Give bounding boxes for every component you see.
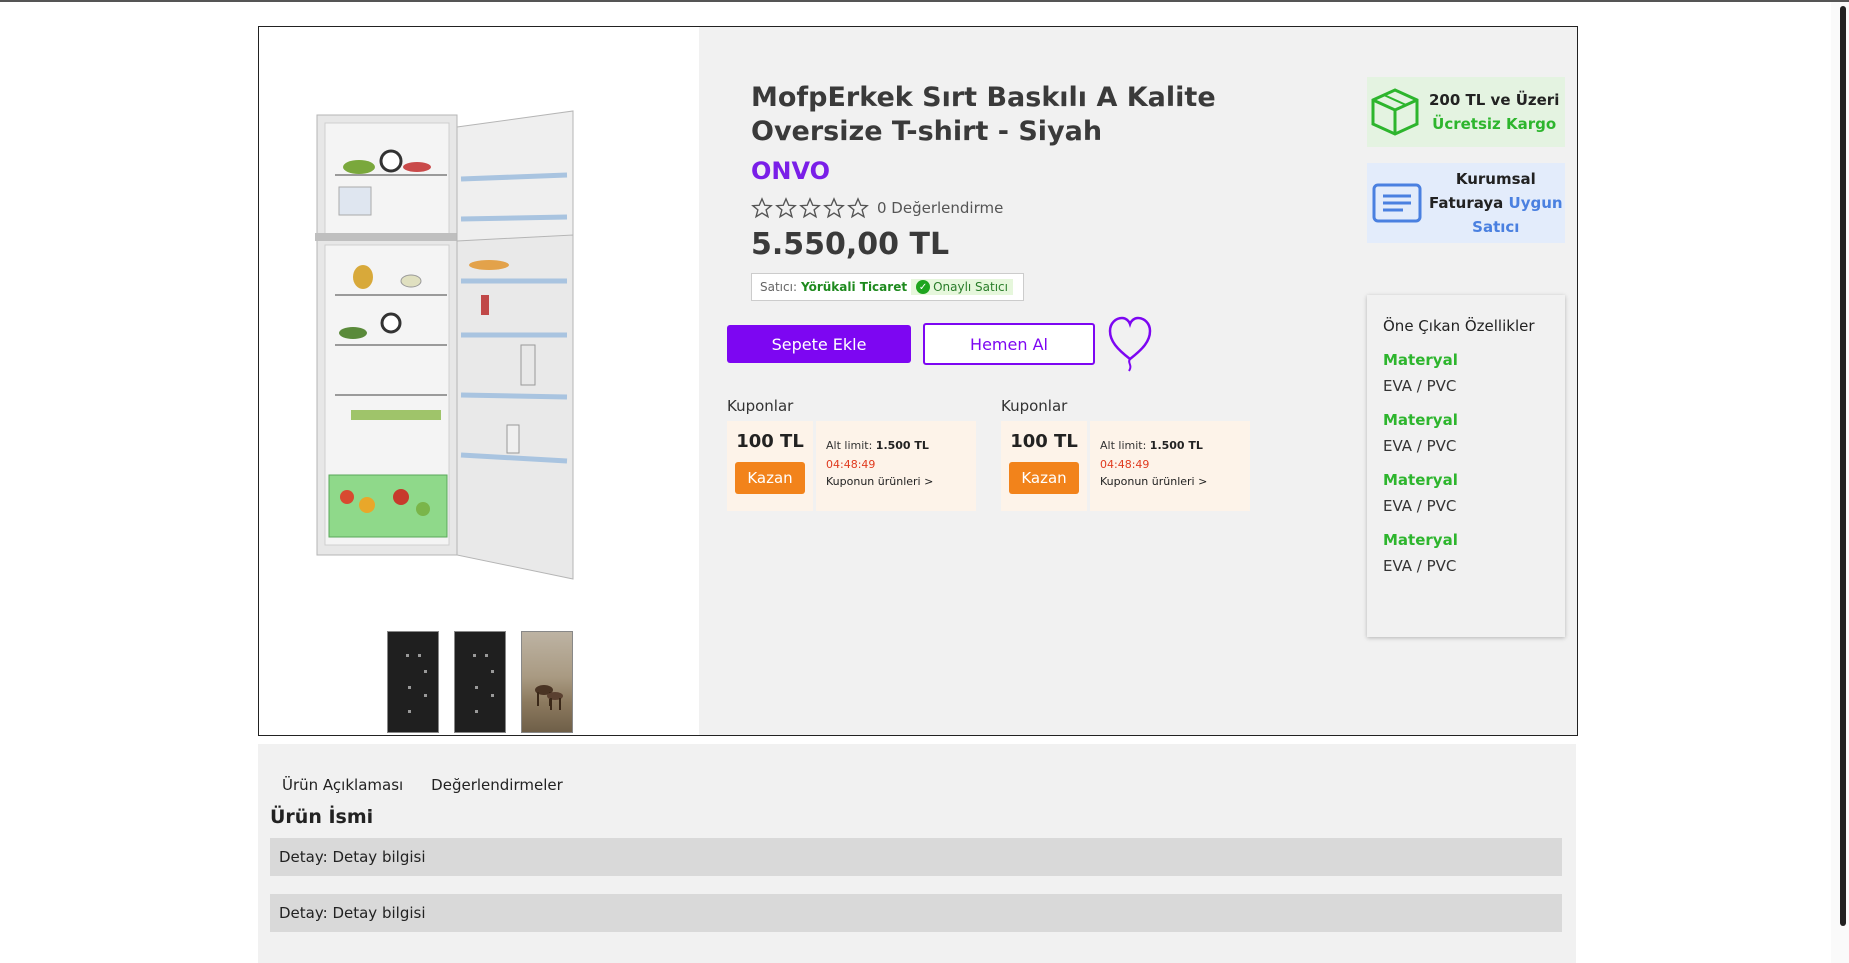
coupon-limit-label: Alt limit:: [1100, 439, 1147, 452]
detail-tabs: Ürün Açıklaması Değerlendirmeler: [282, 776, 563, 794]
verified-label: Onaylı Satıcı: [933, 280, 1008, 294]
product-gallery: [259, 27, 699, 735]
coupon-label: Kuponlar: [1001, 397, 1068, 415]
thumbnail-3[interactable]: [521, 631, 573, 733]
coupon-limit-value: 1.500 TL: [1149, 439, 1203, 452]
main-product-image[interactable]: [311, 105, 621, 587]
coupon-claim-button[interactable]: Kazan: [1009, 462, 1079, 494]
coupon-amount: 100 TL: [1010, 431, 1078, 452]
star-outline-icon: [799, 197, 821, 219]
detail-row: Detay: Detay bilgisi: [270, 838, 1562, 876]
star-outline-icon: [751, 197, 773, 219]
product-card: MofpErkek Sırt Baskılı A Kalite Oversize…: [258, 26, 1578, 736]
feature-item: Materyal EVA / PVC: [1383, 471, 1565, 515]
features-title: Öne Çıkan Özellikler: [1383, 317, 1535, 335]
coupon-timer: 04:48:49: [1100, 458, 1150, 471]
product-title: MofpErkek Sırt Baskılı A Kalite Oversize…: [751, 82, 1216, 147]
verified-seller-badge: ✓ Onaylı Satıcı: [911, 279, 1013, 295]
feature-item: Materyal EVA / PVC: [1383, 411, 1565, 455]
check-circle-icon: ✓: [916, 280, 931, 294]
invoice-line3: Satıcı: [1472, 218, 1520, 236]
seller-name[interactable]: Yörükali Ticaret: [801, 280, 907, 294]
feature-name: Materyal: [1383, 531, 1458, 549]
detail-row: Detay: Detay bilgisi: [270, 894, 1562, 932]
invoice-line2b: Uygun: [1508, 194, 1563, 212]
feature-item: Materyal EVA / PVC: [1383, 531, 1565, 575]
coupon-limit-value: 1.500 TL: [875, 439, 929, 452]
scrollbar-thumb[interactable]: [1840, 6, 1846, 926]
tab-reviews[interactable]: Değerlendirmeler: [431, 776, 563, 794]
feature-name: Materyal: [1383, 411, 1458, 429]
brand-name[interactable]: ONVO: [751, 157, 830, 185]
thumbnail-2[interactable]: [454, 631, 506, 733]
seller-info: Satıcı: Yörükali Ticaret ✓ Onaylı Satıcı: [751, 273, 1024, 301]
star-outline-icon: [847, 197, 869, 219]
coupon-limit-label: Alt limit:: [826, 439, 873, 452]
corporate-invoice-badge: Kurumsal Faturaya Uygun Satıcı: [1367, 163, 1565, 243]
rating-count: 0 Değerlendirme: [877, 199, 1004, 217]
coupon-timer: 04:48:49: [826, 458, 876, 471]
tab-description[interactable]: Ürün Açıklaması: [282, 776, 403, 794]
product-details-section: Ürün Açıklaması Değerlendirmeler Ürün İs…: [258, 744, 1576, 963]
feature-value: EVA / PVC: [1383, 497, 1457, 515]
highlight-features: Öne Çıkan Özellikler Materyal EVA / PVC …: [1367, 295, 1565, 637]
invoice-line1: Kurumsal: [1455, 170, 1536, 188]
document-lines-icon: [1372, 183, 1422, 223]
coupon-claim-button[interactable]: Kazan: [735, 462, 805, 494]
thumbnail-strip: [387, 631, 573, 733]
rating[interactable]: 0 Değerlendirme: [751, 197, 1003, 219]
feature-value: EVA / PVC: [1383, 557, 1457, 575]
cargo-line2: Ücretsiz Kargo: [1432, 115, 1557, 133]
cube-box-icon: [1371, 88, 1419, 136]
coupon-products-link[interactable]: Kuponun ürünleri >: [1100, 475, 1250, 488]
invoice-line2a: Faturaya: [1429, 194, 1504, 212]
horses-image: [535, 685, 563, 710]
add-to-cart-button[interactable]: Sepete Ekle: [727, 325, 911, 363]
cargo-line1: 200 TL ve Üzeri: [1429, 91, 1560, 109]
star-outline-icon: [823, 197, 845, 219]
thumbnail-1[interactable]: [387, 631, 439, 733]
coupon-products-link[interactable]: Kuponun ürünleri >: [826, 475, 976, 488]
coupon-amount: 100 TL: [736, 431, 804, 452]
coupon-2: Kuponlar 100 TL Kazan Alt limit: 1.500 T…: [1001, 397, 1251, 511]
top-border: [0, 0, 1849, 2]
price: 5.550,00 TL: [751, 227, 950, 262]
buy-now-button[interactable]: Hemen Al: [923, 323, 1095, 365]
product-info: MofpErkek Sırt Baskılı A Kalite Oversize…: [699, 27, 1577, 735]
scrollbar[interactable]: [1831, 2, 1849, 963]
free-cargo-badge: 200 TL ve Üzeri Ücretsiz Kargo: [1367, 77, 1565, 147]
heart-balloon-icon[interactable]: [1107, 315, 1153, 373]
seller-label: Satıcı:: [760, 280, 797, 294]
section-title: Ürün İsmi: [270, 806, 374, 828]
feature-value: EVA / PVC: [1383, 377, 1457, 395]
feature-item: Materyal EVA / PVC: [1383, 351, 1565, 395]
feature-name: Materyal: [1383, 351, 1458, 369]
feature-name: Materyal: [1383, 471, 1458, 489]
feature-value: EVA / PVC: [1383, 437, 1457, 455]
coupon-1: Kuponlar 100 TL Kazan Alt limit: 1.500 T…: [727, 397, 977, 511]
star-outline-icon: [775, 197, 797, 219]
coupon-label: Kuponlar: [727, 397, 794, 415]
